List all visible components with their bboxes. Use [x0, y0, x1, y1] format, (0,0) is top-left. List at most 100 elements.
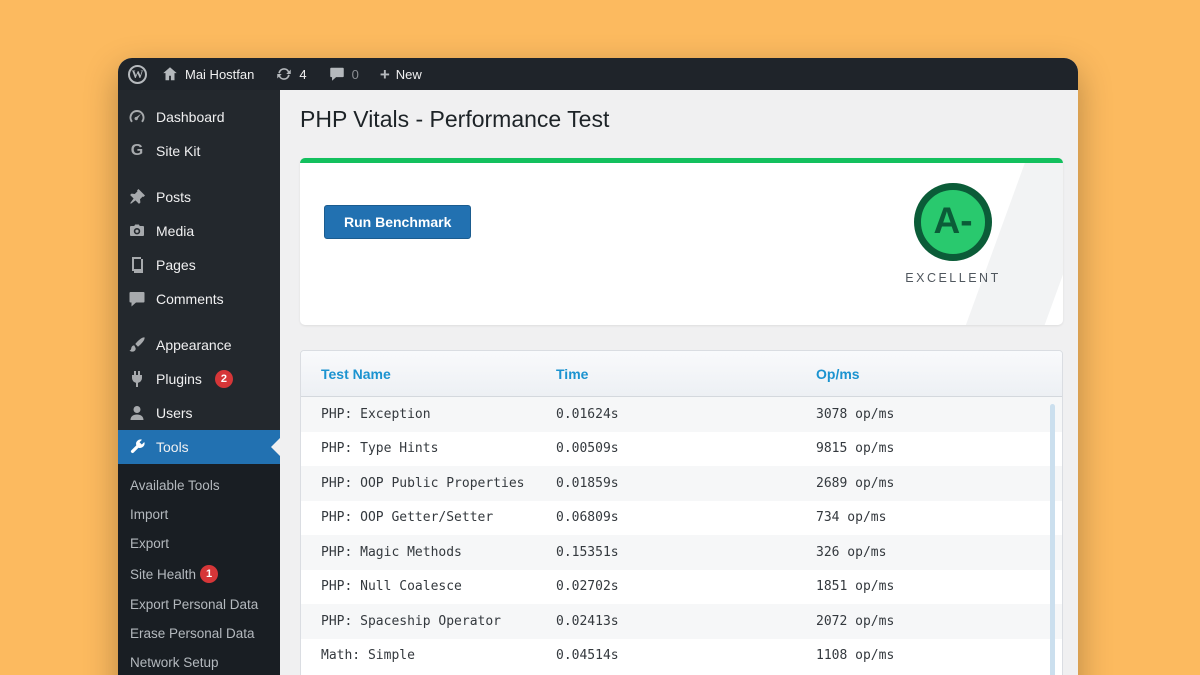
sidebar-item-tools[interactable]: Tools: [118, 430, 280, 464]
submenu-label: Network Setup: [130, 655, 219, 670]
column-header-test-name[interactable]: Test Name: [301, 366, 556, 382]
cell-opms: 9815 op/ms: [816, 441, 1062, 456]
table-row: PHP: OOP Getter/Setter 0.06809s 734 op/m…: [301, 501, 1062, 536]
cell-test-name: PHP: OOP Public Properties: [301, 476, 556, 491]
table-row: PHP: Magic Methods 0.15351s 326 op/ms: [301, 535, 1062, 570]
wrench-icon: [127, 437, 147, 457]
sidebar-item-dashboard[interactable]: Dashboard: [118, 100, 280, 134]
sidebar-item-label: Users: [156, 405, 193, 421]
submenu-item-site-health[interactable]: Site Health 1: [118, 558, 280, 590]
table-scrollbar[interactable]: [1050, 404, 1055, 675]
admin-sidebar: Dashboard G Site Kit Posts Media: [118, 90, 280, 675]
sidebar-item-comments[interactable]: Comments: [118, 282, 280, 316]
cell-test-name: PHP: Type Hints: [301, 441, 556, 456]
submenu-item-export[interactable]: Export: [118, 529, 280, 558]
sidebar-item-site-kit[interactable]: G Site Kit: [118, 134, 280, 168]
sidebar-separator: [118, 316, 280, 328]
wordpress-logo-icon[interactable]: W: [128, 65, 147, 84]
sidebar-item-users[interactable]: Users: [118, 396, 280, 430]
table-row: PHP: OOP Public Properties 0.01859s 2689…: [301, 466, 1062, 501]
comment-bubble-icon: [328, 65, 346, 83]
sidebar-item-label: Dashboard: [156, 109, 225, 125]
cell-test-name: PHP: Null Coalesce: [301, 579, 556, 594]
cell-time: 0.01859s: [556, 476, 816, 491]
cell-test-name: PHP: Exception: [301, 407, 556, 422]
cell-time: 0.04514s: [556, 648, 816, 663]
plugin-icon: [127, 369, 147, 389]
sidebar-separator: [118, 168, 280, 180]
grade-label: EXCELLENT: [888, 271, 1018, 285]
submenu-label: Erase Personal Data: [130, 626, 255, 641]
new-content-menu[interactable]: + New: [373, 66, 429, 83]
cell-opms: 2072 op/ms: [816, 614, 1062, 629]
cell-test-name: Math: Simple: [301, 648, 556, 663]
cell-test-name: PHP: Magic Methods: [301, 545, 556, 560]
grade-block: A- EXCELLENT: [888, 183, 1018, 285]
submenu-label: Available Tools: [130, 478, 220, 493]
site-name: Mai Hostfan: [185, 67, 254, 82]
updates-count: 4: [299, 67, 306, 82]
pages-icon: [127, 255, 147, 275]
sidebar-item-label: Appearance: [156, 337, 232, 353]
site-health-badge: 1: [200, 565, 218, 583]
sidebar-item-label: Media: [156, 223, 194, 239]
grade-badge: A-: [914, 183, 992, 261]
sidebar-item-appearance[interactable]: Appearance: [118, 328, 280, 362]
table-row: PHP: Exception 0.01624s 3078 op/ms: [301, 397, 1062, 432]
run-benchmark-button[interactable]: Run Benchmark: [324, 205, 471, 239]
cell-test-name: PHP: OOP Getter/Setter: [301, 510, 556, 525]
column-header-time[interactable]: Time: [556, 366, 816, 382]
sidebar-item-label: Site Kit: [156, 143, 200, 159]
sidebar-item-plugins[interactable]: Plugins 2: [118, 362, 280, 396]
table-row: PHP: Spaceship Operator 0.02413s 2072 op…: [301, 604, 1062, 639]
benchmark-card: Run Benchmark A- EXCELLENT: [300, 158, 1063, 325]
admin-bar: W Mai Hostfan 4 0 + New: [118, 58, 1078, 90]
cell-opms: 1851 op/ms: [816, 579, 1062, 594]
cell-opms: 1108 op/ms: [816, 648, 1062, 663]
comments-icon: [127, 289, 147, 309]
home-icon: [161, 65, 179, 83]
submenu-label: Site Health: [130, 567, 196, 582]
main-content: PHP Vitals - Performance Test Run Benchm…: [280, 90, 1078, 675]
column-header-opms[interactable]: Op/ms: [816, 366, 1062, 382]
updates-menu[interactable]: 4: [268, 65, 313, 83]
table-header-row: Test Name Time Op/ms: [301, 351, 1062, 397]
comments-count: 0: [352, 67, 359, 82]
table-body: PHP: Exception 0.01624s 3078 op/ms PHP: …: [301, 397, 1062, 673]
cell-time: 0.15351s: [556, 545, 816, 560]
sidebar-item-label: Tools: [156, 439, 189, 455]
site-name-menu[interactable]: Mai Hostfan: [154, 65, 261, 83]
submenu-label: Export: [130, 536, 169, 551]
cell-time: 0.06809s: [556, 510, 816, 525]
submenu-label: Export Personal Data: [130, 597, 258, 612]
plugins-update-badge: 2: [215, 370, 233, 388]
user-icon: [127, 403, 147, 423]
cell-test-name: PHP: Spaceship Operator: [301, 614, 556, 629]
sidebar-item-label: Pages: [156, 257, 196, 273]
page-title: PHP Vitals - Performance Test: [300, 104, 1063, 134]
submenu-item-erase-personal-data[interactable]: Erase Personal Data: [118, 619, 280, 648]
camera-icon: [127, 221, 147, 241]
dashboard-icon: [127, 107, 147, 127]
updates-icon: [275, 65, 293, 83]
cell-time: 0.00509s: [556, 441, 816, 456]
submenu-item-export-personal-data[interactable]: Export Personal Data: [118, 590, 280, 619]
cell-opms: 3078 op/ms: [816, 407, 1062, 422]
table-row: Math: Simple 0.04514s 1108 op/ms: [301, 639, 1062, 674]
sidebar-item-label: Plugins: [156, 371, 202, 387]
submenu-item-available-tools[interactable]: Available Tools: [118, 471, 280, 500]
sidebar-item-pages[interactable]: Pages: [118, 248, 280, 282]
submenu-label: Import: [130, 507, 168, 522]
submenu-item-network-setup[interactable]: Network Setup: [118, 648, 280, 675]
wordpress-admin-window: W Mai Hostfan 4 0 + New: [118, 58, 1078, 675]
pushpin-icon: [127, 187, 147, 207]
sidebar-item-media[interactable]: Media: [118, 214, 280, 248]
sidebar-item-posts[interactable]: Posts: [118, 180, 280, 214]
submenu-item-import[interactable]: Import: [118, 500, 280, 529]
table-row: PHP: Type Hints 0.00509s 9815 op/ms: [301, 432, 1062, 467]
cell-time: 0.01624s: [556, 407, 816, 422]
comments-menu[interactable]: 0: [321, 65, 366, 83]
sidebar-item-label: Posts: [156, 189, 191, 205]
tools-submenu: Available Tools Import Export Site Healt…: [118, 464, 280, 675]
cell-opms: 734 op/ms: [816, 510, 1062, 525]
